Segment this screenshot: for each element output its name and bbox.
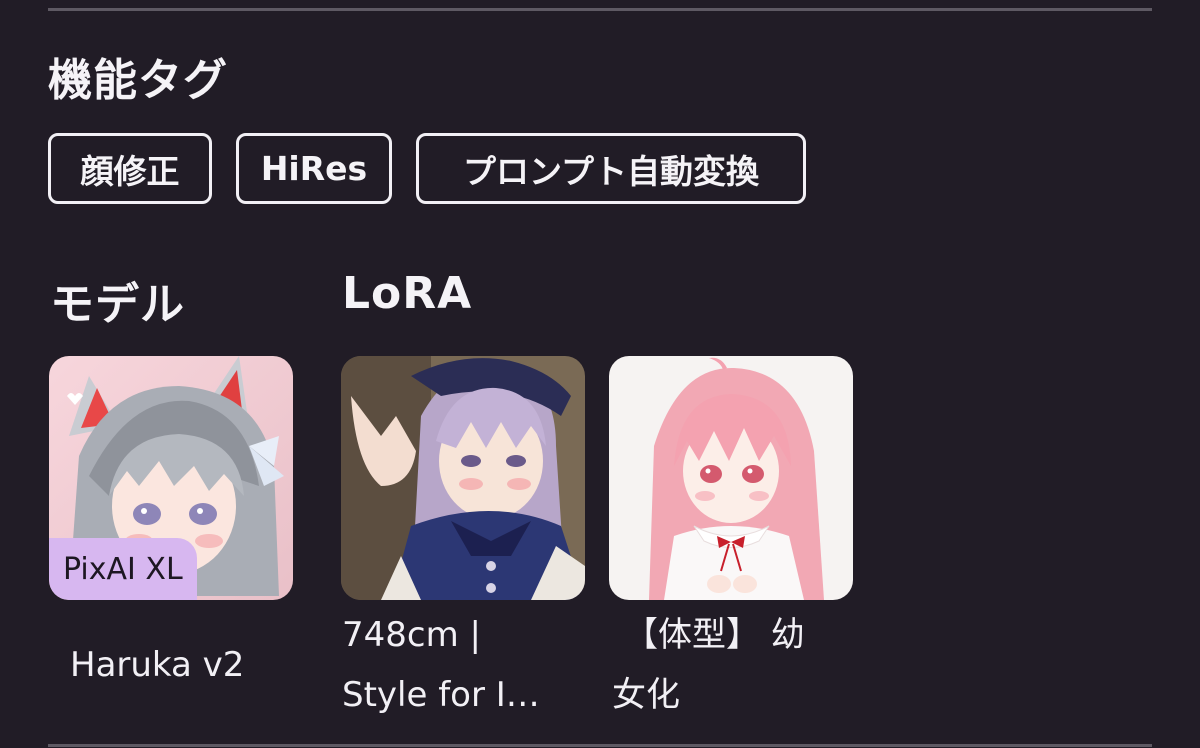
lora-2-name-line1: 【体型】 幼: [624, 615, 805, 655]
anime-girl-maid-peace-sign-thumbnail: [341, 356, 585, 600]
model-name: Haruka v2: [70, 645, 245, 685]
section-divider-bottom: [48, 744, 1152, 747]
model-section-title: モデル: [50, 279, 185, 330]
lora-1-name-line1: 748cm |: [342, 615, 481, 655]
model-card-haruka[interactable]: PixAI XL: [49, 356, 293, 600]
lora-section-title: LoRA: [342, 268, 473, 319]
model-badge: PixAI XL: [49, 538, 197, 600]
lora-card-2[interactable]: [609, 356, 853, 600]
lora-1-name-line2: Style for I…: [342, 675, 540, 715]
feature-tags-title: 機能タグ: [48, 55, 228, 106]
anime-girl-pink-hair-thumbnail: [609, 356, 853, 600]
lora-2-name-line2: 女化: [612, 675, 680, 715]
tag-hires[interactable]: HiRes: [236, 133, 392, 204]
tag-prompt-auto-convert[interactable]: プロンプト自動変換: [416, 133, 806, 204]
lora-card-1[interactable]: [341, 356, 585, 600]
tag-face-fix[interactable]: 顔修正: [48, 133, 212, 204]
section-divider-top: [48, 8, 1152, 11]
